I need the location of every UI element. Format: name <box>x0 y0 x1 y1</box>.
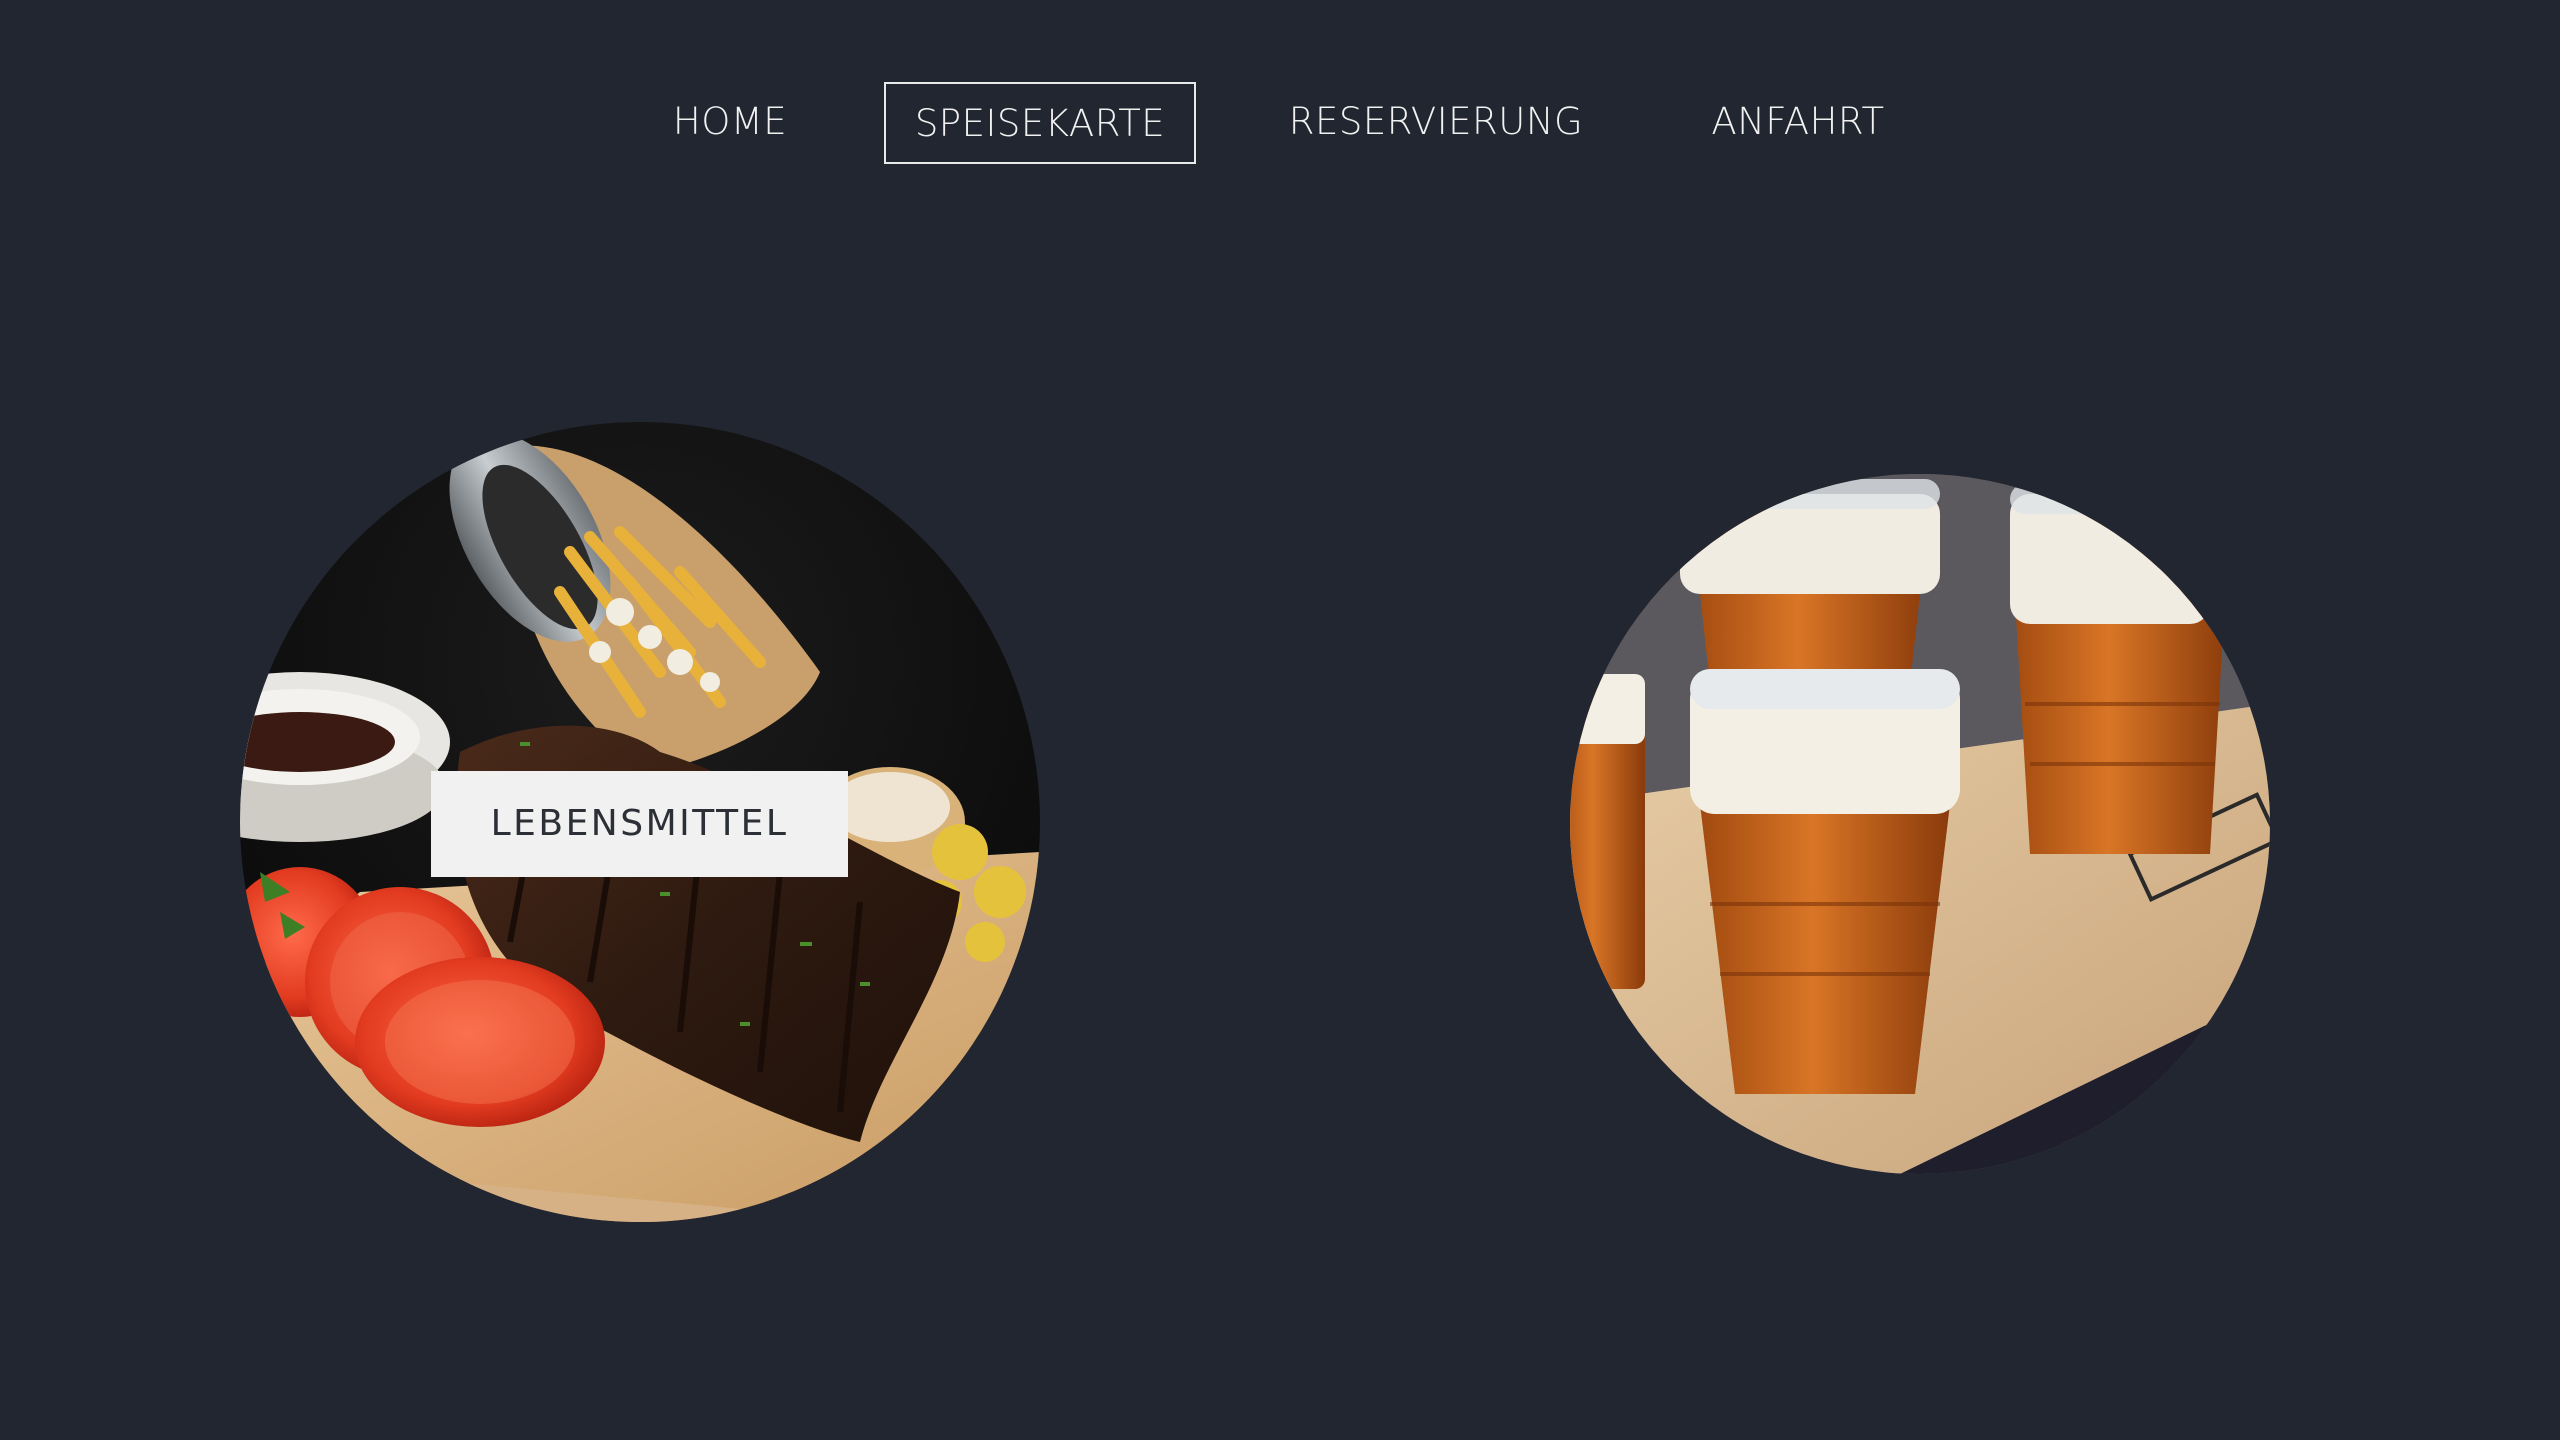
page: HOME SPEISEKARTE RESERVIERUNG ANFAHRT LE… <box>0 0 2560 1440</box>
nav-item-anfahrt[interactable]: ANFAHRT <box>1676 82 1920 164</box>
beer-glasses-image <box>1570 474 2270 1174</box>
nav-item-reservierung[interactable]: RESERVIERUNG <box>1268 82 1604 164</box>
nav-item-speisekarte[interactable]: SPEISEKARTE <box>884 82 1196 164</box>
drinks-category-tile[interactable] <box>1570 474 2270 1174</box>
category-label-lebensmittel[interactable]: LEBENSMITTEL <box>431 771 848 877</box>
main-navigation: HOME SPEISEKARTE RESERVIERUNG ANFAHRT <box>0 82 2560 164</box>
nav-item-home[interactable]: HOME <box>638 82 822 164</box>
